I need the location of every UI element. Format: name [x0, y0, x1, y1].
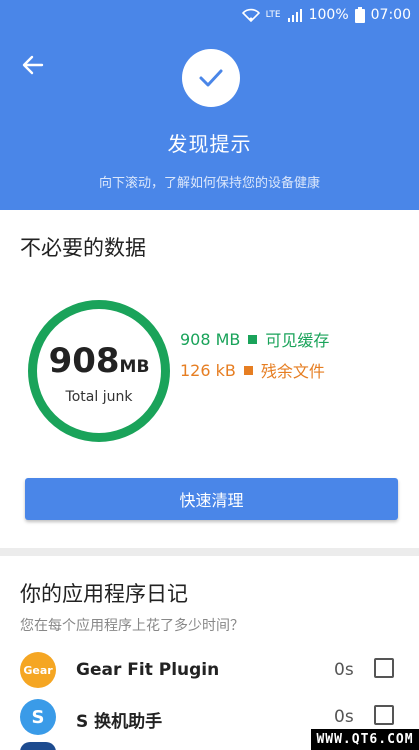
junk-ring: 908MB Total junk: [28, 300, 170, 442]
signal-icon: [287, 8, 303, 22]
network-type: LTE: [265, 10, 281, 20]
junk-card: 不必要的数据 908MB Total junk 908 MB 可见缓存 126 …: [0, 210, 419, 548]
app-checkbox[interactable]: [374, 658, 394, 678]
total-junk-label: Total junk: [65, 389, 133, 405]
app-diary-subtitle: 您在每个应用程序上花了多少时间？: [20, 618, 244, 634]
legend-label: 可见缓存: [265, 331, 330, 350]
status-bar: LTE 100% 07:00: [0, 0, 419, 30]
check-circle: [182, 49, 240, 107]
arrow-left-icon: [22, 55, 44, 75]
watermark: WWW.QT6.COM: [311, 729, 419, 750]
legend-visible-cache: 908 MB 可见缓存: [180, 327, 329, 351]
checkmark-icon: [199, 69, 223, 87]
legend-value: 908 MB: [180, 329, 241, 349]
app-diary-card: 你的应用程序日记 您在每个应用程序上花了多少时间？ Gear Gear Fit …: [0, 556, 419, 750]
back-button[interactable]: [18, 50, 48, 80]
app-diary-title: 你的应用程序日记: [20, 582, 188, 606]
clock: 07:00: [370, 7, 411, 23]
app-checkbox[interactable]: [374, 705, 394, 725]
legend-swatch: [243, 365, 253, 375]
app-name: Gear Fit Plugin: [76, 660, 220, 680]
wifi-icon: [241, 8, 260, 22]
page-subtitle: 向下滚动，了解如何保持您的设备健康: [98, 176, 320, 191]
legend-swatch: [248, 334, 258, 344]
app-time: 0s: [334, 660, 354, 680]
page-title: 发现提示: [167, 132, 252, 156]
legend-residual-files: 126 kB 残余文件: [180, 358, 325, 382]
battery-icon: [354, 7, 365, 23]
legend-value: 126 kB: [180, 360, 236, 380]
s-switch-app-icon: S: [20, 699, 56, 735]
quick-clean-button[interactable]: 快速清理: [25, 478, 398, 520]
app-time: 0s: [334, 707, 354, 727]
battery-percent: 100%: [308, 7, 349, 23]
junk-card-title: 不必要的数据: [20, 236, 146, 260]
gear-app-icon: Gear: [20, 652, 56, 688]
header: 发现提示 向下滚动，了解如何保持您的设备健康: [0, 30, 419, 210]
total-junk-value: 908MB: [48, 341, 150, 381]
app-row[interactable]: Gear Gear Fit Plugin 0s: [0, 652, 419, 692]
partial-app-icon: [20, 742, 56, 750]
legend-label: 残余文件: [260, 362, 325, 381]
app-name: S 换机助手: [76, 712, 163, 732]
